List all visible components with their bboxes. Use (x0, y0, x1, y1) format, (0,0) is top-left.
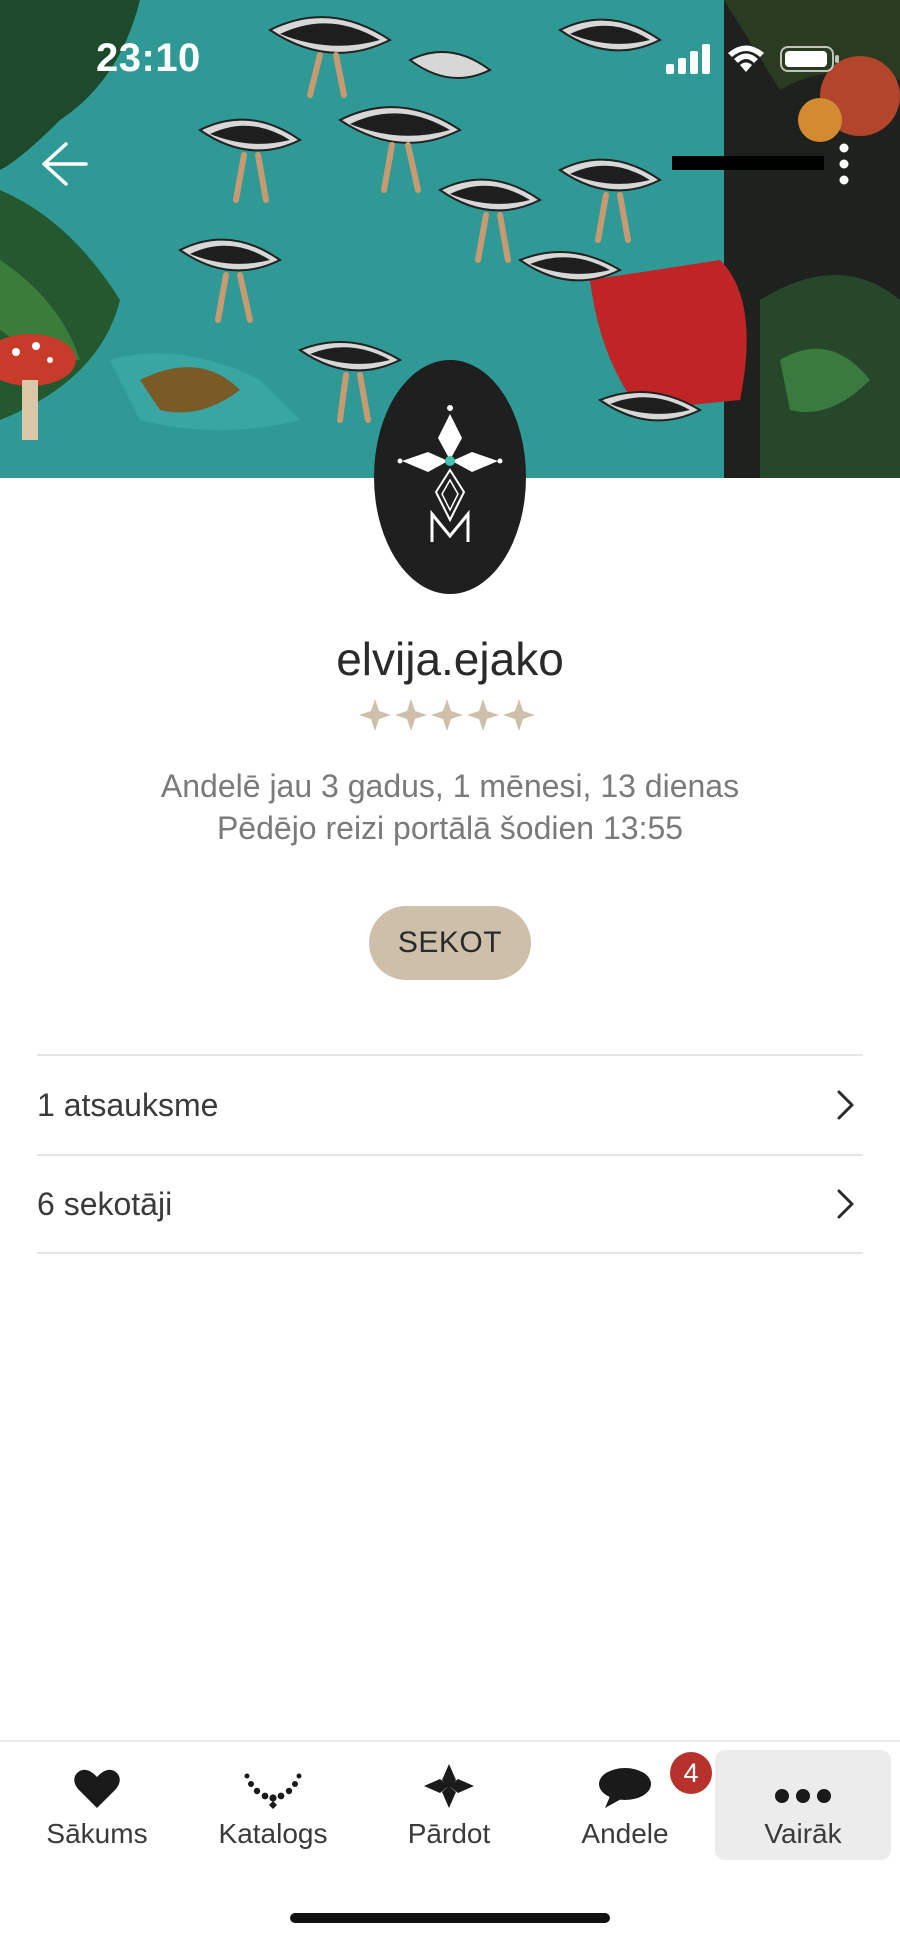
avatar[interactable] (374, 360, 526, 594)
more-dots-icon (775, 1789, 831, 1803)
battery-icon (780, 46, 839, 72)
rating-star-icon (395, 699, 427, 731)
rating-stars (358, 698, 542, 732)
status-icons (666, 44, 840, 74)
wifi-icon (728, 45, 764, 72)
profile-screen: 23:10 elvija.ejako Andelē jau 3 gadus, 1… (0, 0, 900, 1947)
last-seen-text: Pēdējo reizi portālā šodien 13:55 (216, 810, 684, 846)
followers-row[interactable]: 6 sekotāji (37, 1154, 863, 1254)
member-since-text: Andelē jau 3 gadus, 1 mēnesi, 13 dienas (160, 768, 740, 804)
bottom-tab-bar: Sākums Katalogs Pārdot Andele Vairāk (0, 1740, 900, 1860)
back-arrow-icon[interactable] (36, 136, 92, 192)
tab-label: Katalogs (218, 1818, 328, 1849)
cellular-signal-icon (666, 44, 710, 74)
avatar-logo-icon (397, 405, 503, 542)
list-item-label: 6 sekotāji (37, 1185, 173, 1222)
rating-star-icon (503, 699, 535, 731)
home-indicator (290, 1913, 610, 1923)
tab-label: Sākums (46, 1818, 148, 1849)
redacted-bar (672, 156, 824, 170)
tab-label: Vairāk (764, 1818, 842, 1849)
more-vertical-icon[interactable] (832, 140, 856, 188)
tab-catalog[interactable]: Katalogs (185, 1750, 361, 1860)
chat-bubble-icon (599, 1768, 651, 1808)
tab-sell[interactable]: Pārdot (361, 1750, 537, 1860)
rating-star-icon (431, 699, 463, 731)
list-item-label: 1 atsauksme (37, 1086, 219, 1123)
follow-button[interactable]: SEKOT (369, 906, 531, 980)
tab-home[interactable]: Sākums (9, 1750, 185, 1860)
reviews-row[interactable]: 1 atsauksme (37, 1054, 863, 1154)
profile-links-list: 1 atsauksme 6 sekotāji (37, 1054, 863, 1254)
heart-icon (74, 1769, 120, 1808)
status-time: 23:10 (96, 36, 201, 80)
chevron-right-icon (837, 1189, 854, 1219)
chevron-right-icon (837, 1090, 854, 1120)
diamond-cross-icon (424, 1764, 474, 1808)
tab-more[interactable]: Vairāk (715, 1750, 891, 1860)
rating-star-icon (359, 699, 391, 731)
necklace-icon (244, 1773, 302, 1809)
username: elvija.ejako (336, 633, 564, 685)
tab-label: Andele (581, 1818, 669, 1849)
rating-star-icon (467, 699, 499, 731)
tab-label: Pārdot (407, 1818, 491, 1849)
andele-notification-badge: 4 (670, 1752, 712, 1794)
